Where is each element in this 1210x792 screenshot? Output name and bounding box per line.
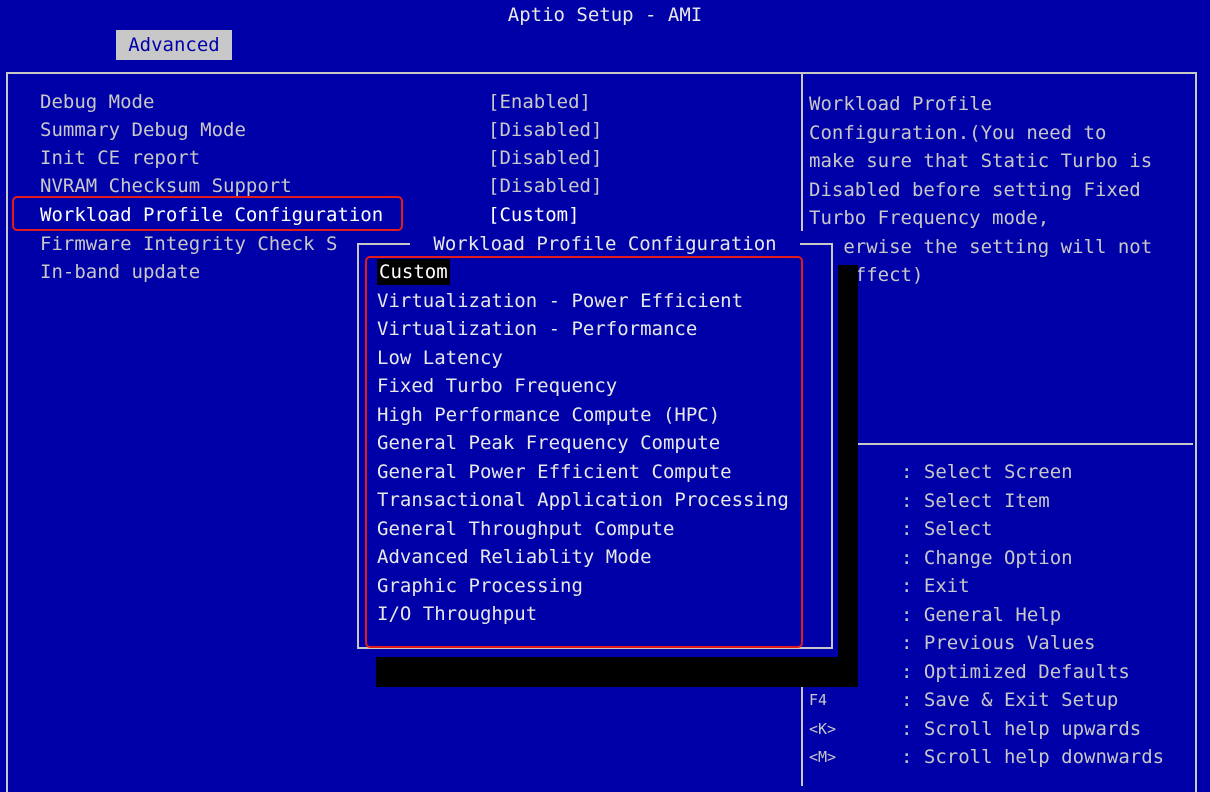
menu-item-value: [Disabled] <box>488 175 603 197</box>
key-desc: : Select Item <box>901 489 1050 512</box>
key-desc: : Scroll help downwards <box>901 746 1165 768</box>
key-name: <K> <box>809 719 837 738</box>
key-row: <M> : Scroll help downwards <box>809 743 1199 772</box>
menu-item-init-ce-report[interactable]: Init CE report [Disabled] <box>40 145 602 171</box>
key-desc: : Save & Exit Setup <box>901 689 1119 711</box>
menu-item-debug-mode[interactable]: Debug Mode [Enabled] <box>40 89 591 115</box>
title-bar: Aptio Setup - AMI Advanced <box>0 0 1210 60</box>
app-title: Aptio Setup - AMI <box>507 4 703 26</box>
key-desc: : Select <box>901 518 993 540</box>
menu-item-label: Firmware Integrity Check S <box>40 233 338 255</box>
key-row: : Select Item <box>809 487 1199 516</box>
key-row: : Select Screen <box>809 458 1199 487</box>
key-row: F4 : Save & Exit Setup <box>809 686 1199 715</box>
menu-item-label: Debug Mode <box>40 91 155 113</box>
help-description: Workload Profile Configuration.(You need… <box>809 93 1153 286</box>
key-name: F4 <box>809 691 828 709</box>
popup-title: Workload Profile Configuration <box>410 231 800 257</box>
key-desc: : Optimized Defaults <box>901 660 1130 683</box>
menu-item-in-band-update[interactable]: In-band update <box>40 259 200 285</box>
tab-advanced[interactable]: Advanced <box>116 30 232 60</box>
key-desc: : Select Screen <box>901 461 1073 483</box>
highlight-box-options <box>365 256 803 648</box>
help-divider <box>803 443 1193 445</box>
menu-item-summary-debug-mode[interactable]: Summary Debug Mode [Disabled] <box>40 117 602 143</box>
key-row: : Exit <box>809 572 1199 601</box>
menu-item-value: [Disabled] <box>488 147 603 169</box>
menu-item-value: [Enabled] <box>488 91 591 113</box>
menu-item-firmware-integrity[interactable]: Firmware Integrity Check S <box>40 231 337 257</box>
key-name: <M> <box>809 748 837 766</box>
highlight-box-selected-item <box>12 196 403 231</box>
key-row: : Change Option <box>809 544 1199 573</box>
key-desc: : Change Option <box>901 546 1073 569</box>
menu-item-label: Init CE report <box>40 147 201 169</box>
key-desc: : Previous Values <box>901 632 1096 654</box>
key-desc: : Exit <box>901 575 970 597</box>
key-desc: : General Help <box>901 603 1062 626</box>
menu-item-value: [Disabled] <box>488 119 603 141</box>
menu-item-value: [Custom] <box>488 204 580 226</box>
menu-item-label: Summary Debug Mode <box>40 119 246 141</box>
key-row: : Select <box>809 515 1199 544</box>
menu-item-label: In-band update <box>40 261 201 283</box>
key-row: : Previous Values <box>809 629 1199 658</box>
key-desc: : Scroll help upwards <box>901 717 1142 740</box>
key-row: : General Help <box>809 601 1199 630</box>
key-row: <K> : Scroll help upwards <box>809 715 1199 744</box>
key-legend: : Select Screen : Select Item : Select :… <box>809 458 1199 772</box>
key-row: : Optimized Defaults <box>809 658 1199 687</box>
